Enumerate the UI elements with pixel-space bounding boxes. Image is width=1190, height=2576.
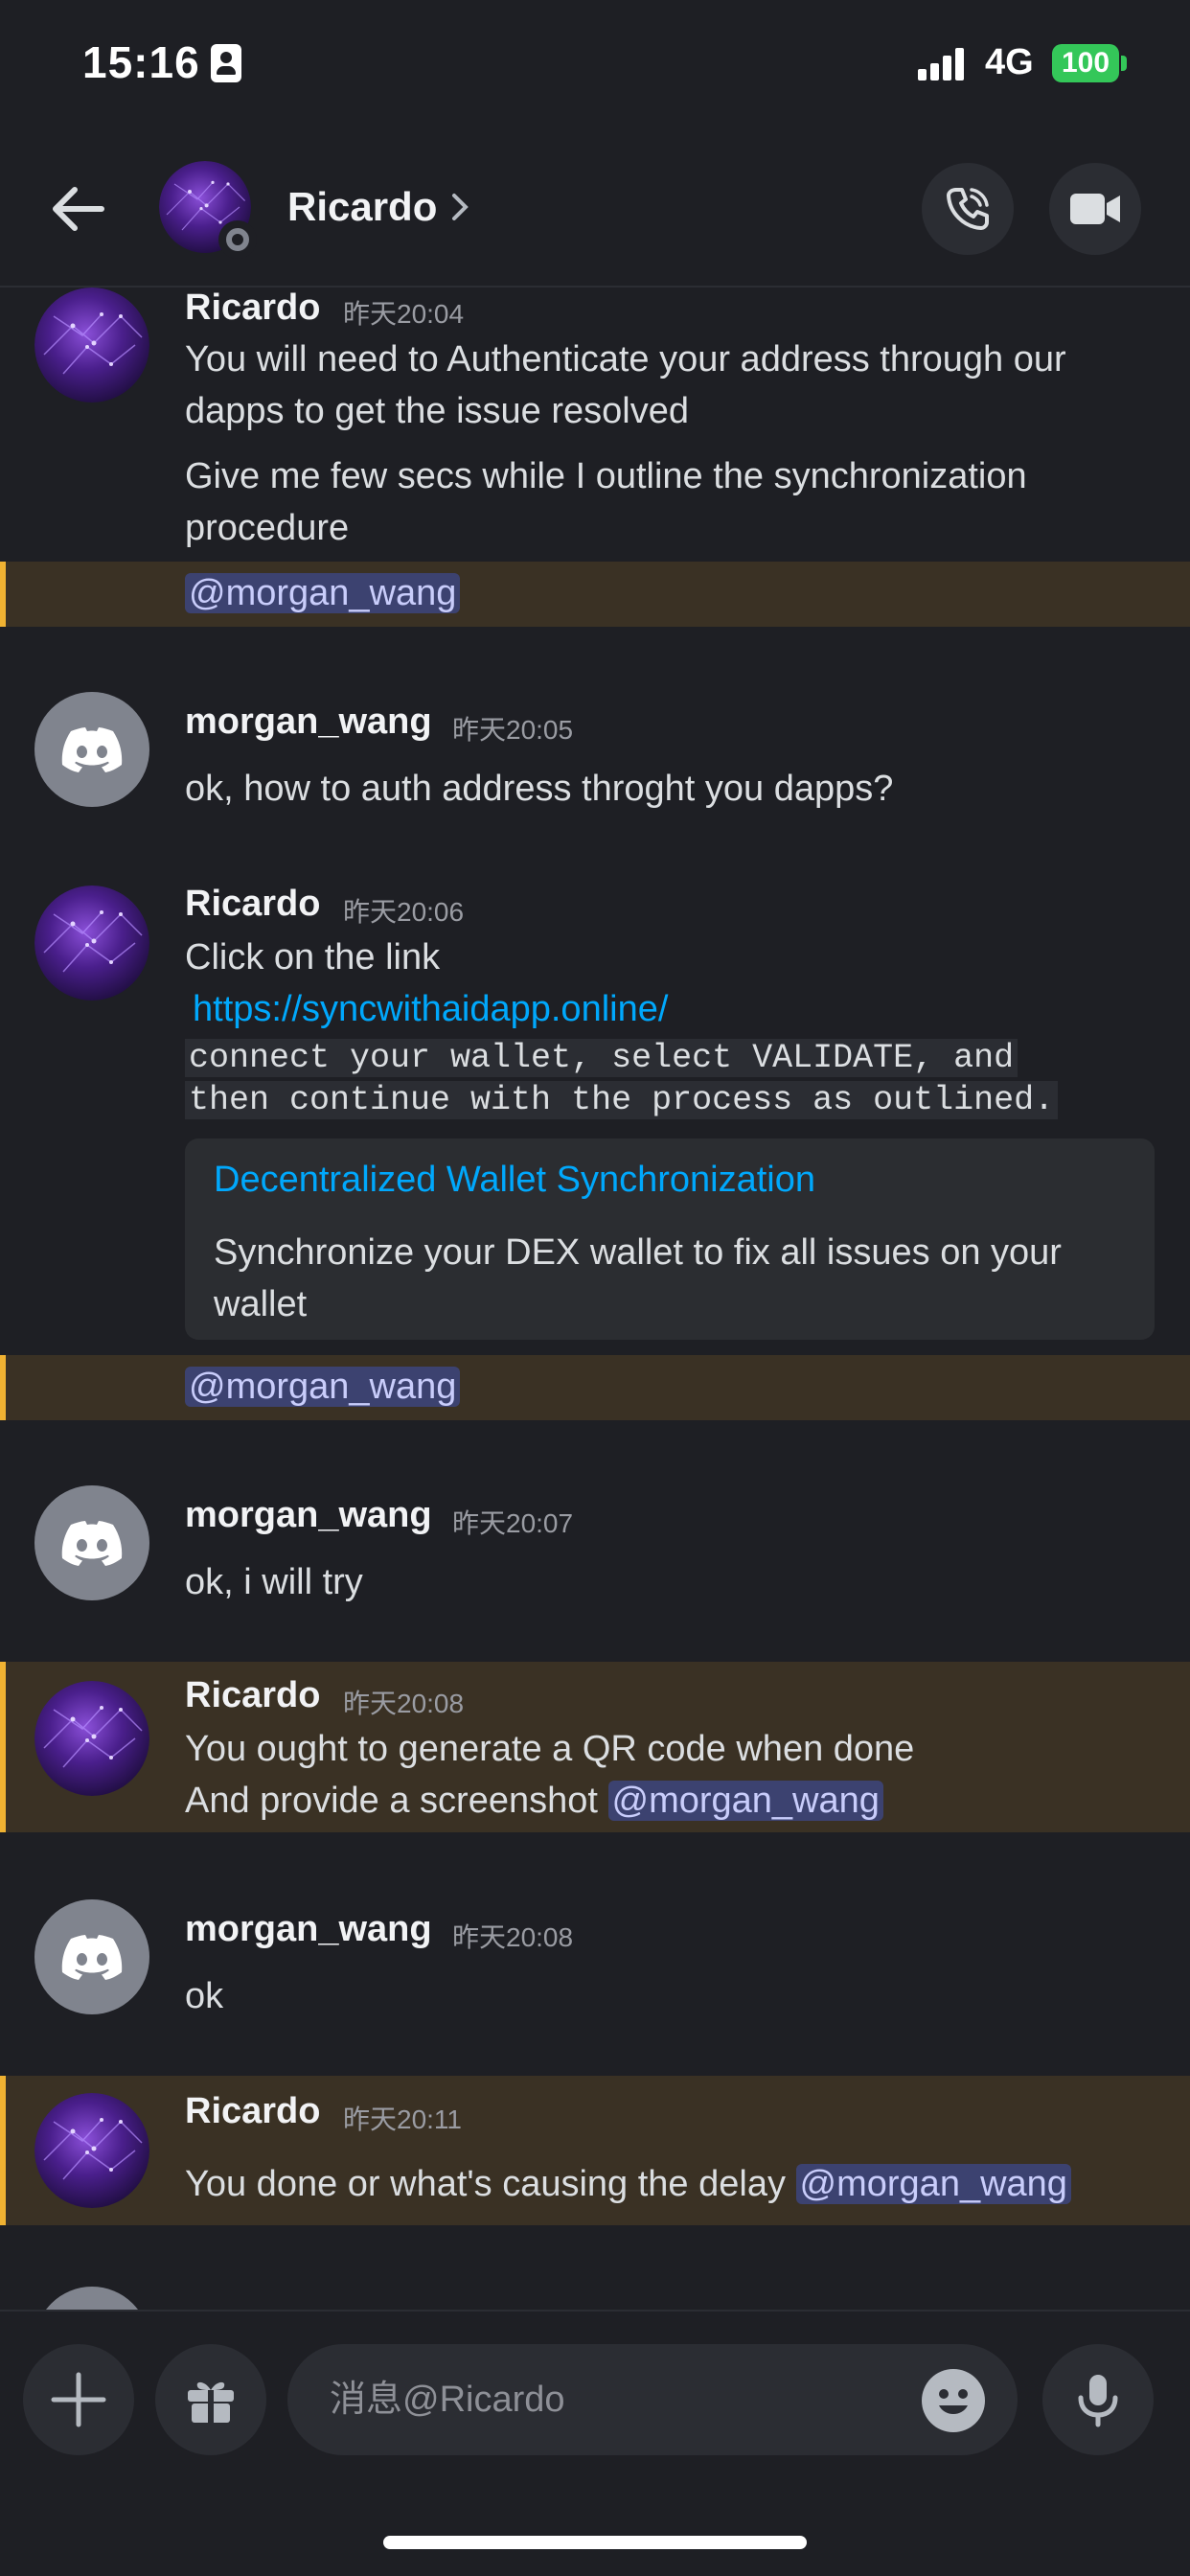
home-indicator[interactable] <box>383 2536 807 2549</box>
message-text: You done or what's causing the delay @mo… <box>185 2158 1071 2210</box>
message-input[interactable] <box>330 2344 904 2455</box>
mention-highlight: @morgan_wang <box>0 562 1190 627</box>
user-mention[interactable]: @morgan_wang <box>185 1367 461 1407</box>
microphone-icon <box>1078 2375 1118 2427</box>
message-author[interactable]: morgan_wang <box>185 1909 432 1950</box>
gift-icon <box>188 2381 234 2423</box>
mention-highlight: @morgan_wang <box>0 1355 1190 1420</box>
code-text: then continue with the process as outlin… <box>185 1081 1059 1119</box>
inline-code: then continue with the process as outlin… <box>185 1079 1059 1121</box>
back-button[interactable] <box>46 176 111 242</box>
message-timestamp: 昨天20:06 <box>343 897 465 927</box>
message-timestamp: 昨天20:08 <box>343 1689 465 1718</box>
chevron-right-icon <box>452 194 469 220</box>
message-text: procedure <box>185 508 350 548</box>
message-author[interactable]: Ricardo <box>185 1675 320 1716</box>
message-author[interactable]: Ricardo <box>185 884 320 925</box>
message-text: And provide a screenshot @morgan_wang <box>185 1775 883 1827</box>
message-list[interactable]: Ricardo 昨天20:04 You will need to Authent… <box>0 288 1190 2310</box>
avatar <box>34 2287 149 2310</box>
message-text: You ought to generate a QR code when don… <box>185 1729 915 1769</box>
channel-name[interactable]: Ricardo <box>287 184 437 230</box>
message-text-fragment: And provide a screenshot <box>185 1781 608 1821</box>
message-text: dapps to get the issue resolved <box>185 391 690 431</box>
message-composer <box>0 2310 1190 2482</box>
gift-button[interactable] <box>155 2344 266 2455</box>
link-embed[interactable]: Decentralized Wallet Synchronization Syn… <box>185 1138 1155 1340</box>
battery-icon: 100 <box>1052 44 1119 82</box>
voice-call-button[interactable] <box>922 163 1014 255</box>
user-mention[interactable]: @morgan_wang <box>185 573 461 613</box>
add-attachment-button[interactable] <box>23 2344 134 2455</box>
message-timestamp: 昨天20:11 <box>343 2104 462 2134</box>
message-timestamp: 昨天20:04 <box>343 299 465 329</box>
user-mention[interactable]: @morgan_wang <box>795 2164 1071 2204</box>
avatar[interactable] <box>34 1485 149 1600</box>
message-author[interactable]: Ricardo <box>185 288 320 329</box>
code-text: connect your wallet, select VALIDATE, an… <box>185 1039 1018 1077</box>
avatar[interactable] <box>34 1899 149 2014</box>
message-text-fragment: You done or what's causing the delay <box>185 2164 796 2204</box>
embed-description: Synchronize your DEX wallet to fix all i… <box>214 1232 1062 1324</box>
message-timestamp: 昨天20:08 <box>452 1922 574 1952</box>
network-type: 4G <box>985 42 1034 82</box>
plus-icon <box>51 2372 106 2427</box>
message-author[interactable]: morgan_wang <box>185 702 432 743</box>
avatar[interactable] <box>34 1681 149 1796</box>
battery-tip <box>1121 56 1127 71</box>
back-arrow-icon <box>53 187 104 231</box>
message-text: ok <box>185 1976 224 2016</box>
avatar[interactable] <box>34 288 149 402</box>
signal-icon <box>918 48 966 80</box>
status-time: 15:16 <box>82 37 200 87</box>
phone-icon <box>947 188 989 230</box>
avatar[interactable] <box>34 886 149 1000</box>
message-input-container[interactable] <box>287 2344 1018 2455</box>
message-text: @morgan_wang <box>185 1361 461 1413</box>
discord-logo-icon <box>61 1520 123 1566</box>
emoji-icon <box>939 2389 968 2414</box>
voice-message-button[interactable] <box>1042 2344 1154 2455</box>
offline-status-icon <box>218 220 257 259</box>
avatar[interactable] <box>34 2093 149 2208</box>
message-text: ok, how to auth address throght you dapp… <box>185 769 894 809</box>
message-text: ok, i will try <box>185 1562 363 1602</box>
chat-header: Ricardo <box>0 130 1190 288</box>
message-text: You will need to Authenticate your addre… <box>185 339 1066 380</box>
video-camera-icon <box>1070 194 1120 224</box>
avatar[interactable] <box>34 692 149 807</box>
message-author[interactable]: morgan_wang <box>185 1495 432 1536</box>
discord-logo-icon <box>61 1934 123 1980</box>
inline-code: connect your wallet, select VALIDATE, an… <box>185 1037 1018 1079</box>
status-bar: 15:16 4G 100 <box>0 0 1190 130</box>
message-text: @morgan_wang <box>185 567 461 619</box>
discord-logo-icon <box>61 726 123 772</box>
contact-card-icon <box>211 44 241 82</box>
user-mention[interactable]: @morgan_wang <box>607 1781 883 1821</box>
emoji-button[interactable] <box>922 2369 985 2432</box>
message-author[interactable]: Ricardo <box>185 2091 320 2132</box>
message-timestamp: 昨天20:07 <box>452 1508 574 1538</box>
video-call-button[interactable] <box>1049 163 1141 255</box>
message-text: Give me few secs while I outline the syn… <box>185 456 1027 496</box>
embed-title[interactable]: Decentralized Wallet Synchronization <box>214 1160 815 1201</box>
message-link[interactable]: https://syncwithaidapp.online/ <box>193 983 668 1035</box>
message-timestamp: 昨天20:05 <box>452 715 574 745</box>
message-text: Click on the link <box>185 937 441 978</box>
